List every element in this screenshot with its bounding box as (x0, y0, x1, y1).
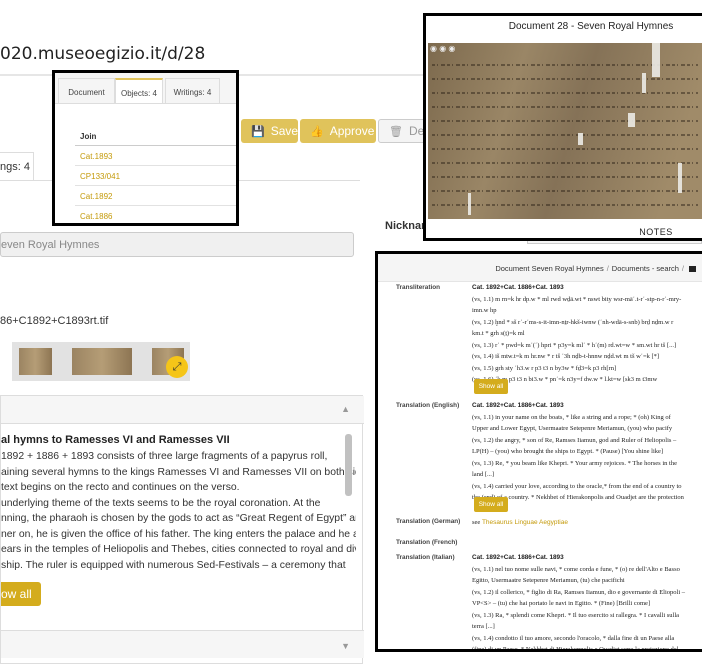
section-heading: Cat. 1892+Cat. 1886+Cat. 1893 (472, 554, 564, 561)
translations-callout: Document Seven Royal Hymnes / Documents - … (375, 251, 702, 652)
tab-divider (55, 103, 236, 104)
description-line: aining several hymns to the kings Ramess… (1, 466, 356, 478)
text-line: terra [...] (472, 623, 495, 630)
collapsed-panel-header[interactable]: ▼ (1, 630, 364, 658)
text-line: Upper and Lower Egypt, Usermaatre Setepe… (472, 425, 673, 432)
expand-icon[interactable]: ⤢ (166, 356, 188, 378)
approve-button[interactable]: 👍 Approve (300, 119, 376, 143)
text-line: imn.w hp (472, 307, 497, 314)
trash-icon: 🗑 (389, 125, 403, 138)
see-text: see (472, 519, 481, 526)
text-line: (vs, 1.3) Re, * you beam like Khepri. * … (472, 459, 677, 467)
table-row[interactable]: Cat.1893 (75, 146, 236, 166)
column-header-join: Join (75, 126, 236, 146)
show-all-button[interactable]: Show all (474, 379, 508, 394)
description-panel-header[interactable]: ▲ (1, 396, 364, 424)
text-line: (vs, 1.1) in your name on the boats, * l… (472, 413, 671, 421)
translation-german-label: Translation (German) (396, 518, 461, 525)
viewer-zoom-controls[interactable]: ◉ ◉ ◉ (430, 44, 455, 53)
description-line: nning, the pharaoh is chosen by the gods… (1, 513, 356, 524)
delete-button[interactable]: 🗑 Dele (378, 119, 434, 143)
translation-german-content: see Thesaurus Linguae Aegyptiae (472, 518, 702, 527)
tab-writings-partial[interactable]: ngs: 4 (0, 152, 34, 180)
show-all-button[interactable]: ow all (1, 582, 41, 606)
text-line: (vs, 1.2) il collerico, * figlio di Ra, … (472, 588, 686, 596)
save-icon: 💾 (251, 125, 265, 138)
table-row[interactable]: CP133/041 (75, 166, 236, 186)
text-line: (vs, 1.3) Ra, * splendi come Khepri. * I… (472, 611, 680, 619)
description-line: ner on, he is given the office of his fa… (1, 528, 356, 540)
approve-button-label: Approve (329, 124, 375, 138)
thumbs-up-icon: 👍 (310, 125, 324, 138)
text-line: VP<S> – (tu) che hai portato le navi in … (472, 600, 651, 607)
text-line: Egitto, Usermaatre Setepenre Meriamun, (… (472, 577, 625, 584)
text-line: (vs, 1.4) iš mtw.t=k m hr.nw * r tš ʿ3h … (472, 353, 660, 360)
translation-italian-label: Translation (Italian) (396, 554, 455, 561)
description-line: ears in the temples of Heliopolis and Th… (1, 544, 356, 555)
translation-italian-content: Cat. 1892+Cat. 1886+Cat. 1893 (vs, 1.1) … (472, 552, 702, 652)
translation-english-content: Cat. 1892+Cat. 1886+Cat. 1893 (vs, 1.1) … (472, 400, 702, 504)
tab-document[interactable]: Document (58, 78, 115, 104)
text-line: land [...] (472, 471, 495, 478)
section-heading: Cat. 1892+Cat. 1886+Cat. 1893 (472, 284, 564, 291)
thumbnail-fragment[interactable] (19, 348, 52, 375)
thesaurus-link[interactable]: Thesaurus Linguae Aegyptiae (482, 519, 568, 526)
description-line: text begins on the recto and continues o… (1, 482, 240, 493)
translation-french-label: Translation (French) (396, 539, 458, 546)
tab-writings[interactable]: Writings: 4 (165, 78, 220, 104)
chevron-up-icon[interactable]: ▲ (341, 404, 350, 414)
viewer-title: Document 28 - Seven Royal Hymnes (508, 21, 674, 32)
translation-english-label: Translation (English) (396, 402, 460, 409)
text-line: (vs, 1.4) carried your love, according t… (472, 482, 682, 490)
description-panel: ▲ al hymns to Ramesses VI and Ramesses V… (0, 395, 364, 664)
thumbnail-fragment[interactable] (72, 348, 132, 375)
table-row[interactable]: Cat.1886 (75, 206, 236, 223)
text-line: (vs, 1.2) the angry, * son of Re, Ramses… (472, 436, 677, 444)
scrollbar-thumb[interactable] (345, 434, 352, 496)
breadcrumb: Document Seven Royal Hymnes / Documents - … (378, 254, 702, 282)
save-button-label: Save (270, 124, 299, 138)
description-line: underlying theme of the texts seems to b… (1, 497, 321, 509)
save-button[interactable]: 💾 Save (241, 119, 298, 143)
table-row[interactable]: Cat.1892 (75, 186, 236, 206)
objects-table: Join Cat.1893 CP133/041 Cat.1892 Cat.188… (75, 126, 236, 223)
text-line: (fine) di un Paese. * Nekhbet di Hierako… (472, 646, 679, 652)
tab-objects[interactable]: Objects: 4 (115, 78, 163, 104)
notes-label[interactable]: NOTES (426, 227, 702, 237)
home-icon[interactable] (689, 265, 696, 272)
image-filename: 86+C1892+C1893rt.tif (0, 315, 109, 327)
text-line: (vs, 1.4) condotto il tuo amore, secondo… (472, 634, 675, 642)
papyrus-image[interactable] (428, 43, 702, 219)
transliteration-label: Transliteration (396, 284, 441, 291)
chevron-down-icon[interactable]: ▼ (341, 641, 350, 651)
page-url: 020.museoegizio.it/d/28 (0, 44, 206, 64)
title-field[interactable]: even Royal Hymnes (0, 232, 354, 257)
papyrus-viewer-callout: Document 28 - Seven Royal Hymnes ◉ ◉ ◉ N… (423, 13, 702, 241)
text-line: km.t * grh s(ṯ)=k ml (472, 330, 525, 337)
transliteration-content: Cat. 1892+Cat. 1886+Cat. 1893 (vs, 1.1) … (472, 282, 702, 386)
text-line: (vs, 1.3) rʿ * pwd=k mʿ(ʿ) hpri * p3y=k … (472, 341, 677, 349)
description-title: al hymns to Ramesses VI and Ramesses VII (1, 434, 230, 446)
text-line: (vs, 1.2) ḫnd * sš rʿ-rʿms-s-it-imn-nṯr-… (472, 318, 674, 326)
breadcrumb-item[interactable]: Document Seven Royal Hymnes (495, 264, 603, 273)
breadcrumb-item[interactable]: Documents - search (612, 264, 679, 273)
text-line: (vs, 1.1) m rn=k hr dp.w * ml rwd wḏā.wt… (472, 295, 682, 303)
description-text: 1892 + 1886 + 1893 consists of three lar… (1, 449, 356, 573)
description-line: 1892 + 1886 + 1893 consists of three lar… (1, 451, 328, 462)
description-line: ship. The ruler is equipped with numerou… (1, 559, 346, 571)
thumbnail-strip (12, 342, 190, 381)
objects-tab-callout: Document Objects: 4 Writings: 4 Join Cat… (52, 70, 239, 226)
text-line: (vs, 1.1) nel tuo nome sulle navi, * com… (472, 565, 680, 573)
text-line: (vs, 1.5) grh sty ʿh3.w r p3 t3 n by3w *… (472, 364, 617, 372)
text-line: LP(H) – (you) who brought the ships to E… (472, 448, 664, 455)
section-heading: Cat. 1892+Cat. 1886+Cat. 1893 (472, 402, 564, 409)
show-all-button[interactable]: Show all (474, 497, 508, 512)
